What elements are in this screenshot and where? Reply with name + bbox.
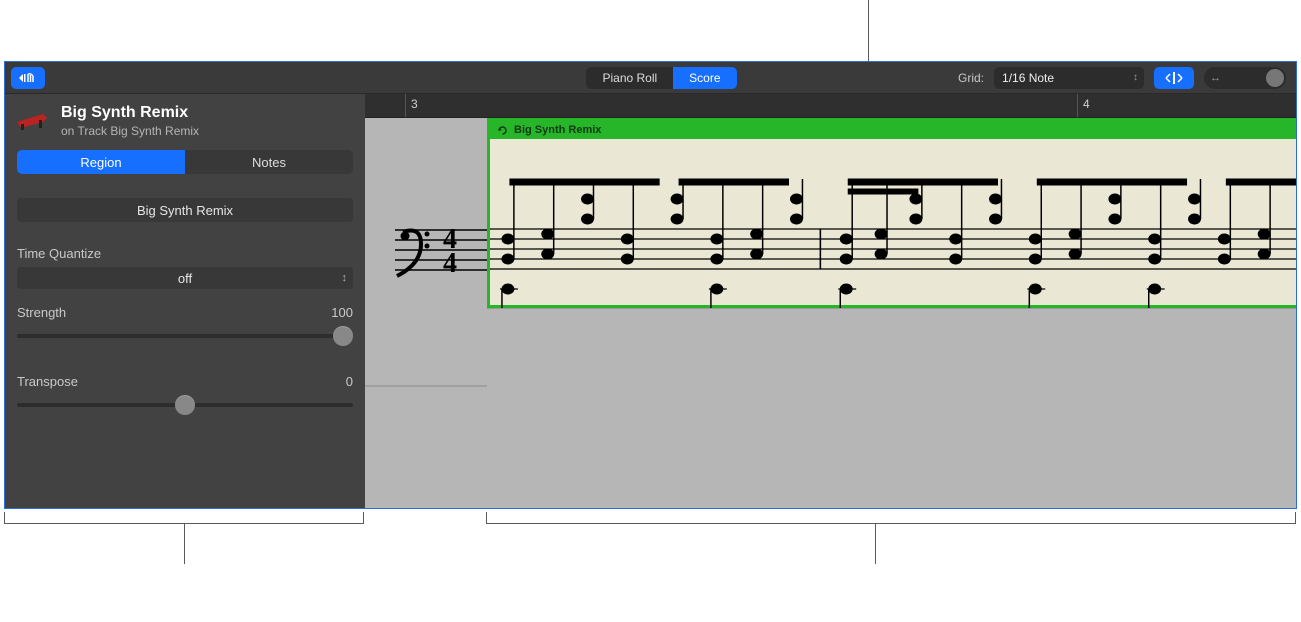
callout-bracket-score: [486, 512, 1296, 552]
music-staff: [490, 139, 1296, 309]
inspector-toggle-button[interactable]: [11, 67, 45, 89]
inspector-panel: Big Synth Remix on Track Big Synth Remix…: [5, 62, 365, 508]
track-header: Big Synth Remix on Track Big Synth Remix: [5, 94, 365, 144]
tab-score[interactable]: Score: [673, 67, 736, 89]
grid-label: Grid:: [958, 71, 984, 85]
empty-track-area: [487, 308, 1296, 508]
time-quantize-select[interactable]: off ↕: [17, 267, 353, 289]
editor-area: Piano Roll Score Grid: 1/16 Note ↕ ↔: [365, 62, 1296, 508]
tab-region[interactable]: Region: [17, 150, 185, 174]
region-name-field[interactable]: Big Synth Remix: [17, 198, 353, 222]
time-quantize-block: Time Quantize off ↕: [17, 246, 353, 289]
ruler-mark: 3: [411, 97, 418, 111]
bass-clef-icon: [397, 231, 430, 277]
editor-toolbar: Piano Roll Score Grid: 1/16 Note ↕ ↔: [365, 62, 1296, 94]
transpose-slider[interactable]: [17, 395, 353, 415]
view-mode-tabs: Piano Roll Score: [586, 67, 736, 89]
time-quantize-value: off: [178, 271, 192, 286]
catch-playhead-button[interactable]: [1154, 67, 1194, 89]
chevron-updown-icon: ↕: [342, 273, 348, 284]
transpose-value: 0: [346, 374, 353, 389]
link-toggle[interactable]: ↔: [1204, 67, 1286, 89]
track-title: Big Synth Remix: [61, 104, 199, 122]
tab-piano-roll[interactable]: Piano Roll: [586, 67, 673, 89]
loop-icon: [496, 124, 508, 136]
inspector-tabs: Region Notes: [17, 150, 353, 174]
clef-gutter: 4 4: [365, 118, 487, 508]
link-arrows-icon: ↔: [1210, 72, 1221, 84]
time-sig-bottom: 4: [443, 248, 457, 279]
callout-line-top: [868, 0, 869, 61]
inspector-toolbar: [5, 62, 365, 94]
strength-label: Strength: [17, 305, 66, 320]
region-track[interactable]: Big Synth Remix: [487, 118, 1296, 508]
strength-block: Strength 100: [17, 305, 353, 346]
grid-value: 1/16 Note: [1002, 71, 1054, 85]
midi-region[interactable]: Big Synth Remix: [487, 118, 1296, 308]
instrument-icon: [13, 104, 51, 132]
region-header: Big Synth Remix: [490, 121, 1296, 139]
toggle-knob: [1266, 69, 1284, 87]
track-subtitle: on Track Big Synth Remix: [61, 124, 199, 138]
strength-slider[interactable]: [17, 326, 353, 346]
strength-value: 100: [331, 305, 353, 320]
score-body: 4 4 Big Synth Remix: [365, 118, 1296, 508]
time-quantize-label: Time Quantize: [17, 246, 101, 261]
region-title: Big Synth Remix: [514, 124, 601, 136]
time-ruler[interactable]: 3 4: [365, 94, 1296, 118]
score-editor-frame: Big Synth Remix on Track Big Synth Remix…: [4, 61, 1297, 509]
tab-notes[interactable]: Notes: [185, 150, 353, 174]
chevron-updown-icon: ↕: [1133, 72, 1138, 83]
transpose-block: Transpose 0: [17, 374, 353, 415]
ruler-mark: 4: [1083, 97, 1090, 111]
grid-select[interactable]: 1/16 Note ↕: [994, 67, 1144, 89]
transpose-label: Transpose: [17, 374, 78, 389]
callout-bracket-inspector: [4, 512, 364, 552]
